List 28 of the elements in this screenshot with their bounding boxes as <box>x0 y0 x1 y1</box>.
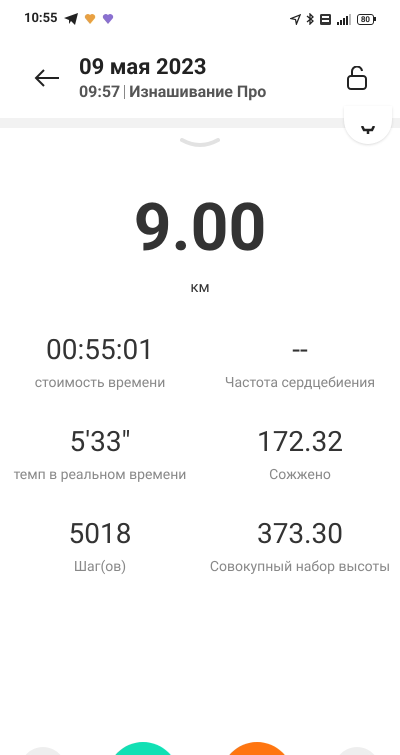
stat-value: 00:55:01 <box>46 332 154 366</box>
header-time: 09:57 <box>79 82 120 102</box>
stat-label: стоимость времени <box>34 374 166 392</box>
location-arrow-icon <box>290 14 301 24</box>
stat-value: 5'33" <box>69 424 131 458</box>
signal-icon <box>336 14 352 24</box>
heart-icon <box>102 13 114 25</box>
stat-label: темп в реальном времени <box>14 466 186 484</box>
stat-value: 172.32 <box>256 424 344 458</box>
battery-indicator: 80 <box>356 14 376 24</box>
distance-value: 9.00 <box>134 194 266 264</box>
device-name: Изнашивание Про <box>129 82 266 102</box>
paper-plane-icon <box>64 13 78 25</box>
volte-icon <box>320 14 331 24</box>
stat-label: Сожжено <box>269 466 331 484</box>
heart-icon <box>84 13 96 25</box>
header-title: 09 мая 2023 <box>79 54 208 82</box>
stat-value: 5018 <box>68 516 132 550</box>
stat-value: 373.30 <box>256 516 344 550</box>
stat-label: Частота сердцебиения <box>224 374 376 392</box>
status-time: 10:55 <box>24 10 58 28</box>
stat-value: -- <box>292 332 308 366</box>
distance-unit: км <box>190 277 210 298</box>
bluetooth-icon <box>306 13 315 25</box>
settings-button[interactable] <box>344 106 392 144</box>
unlock-button[interactable] <box>344 65 370 91</box>
stat-label: Совокупный набор высоты <box>210 558 390 576</box>
stat-label: Шаг(ов) <box>74 558 126 576</box>
